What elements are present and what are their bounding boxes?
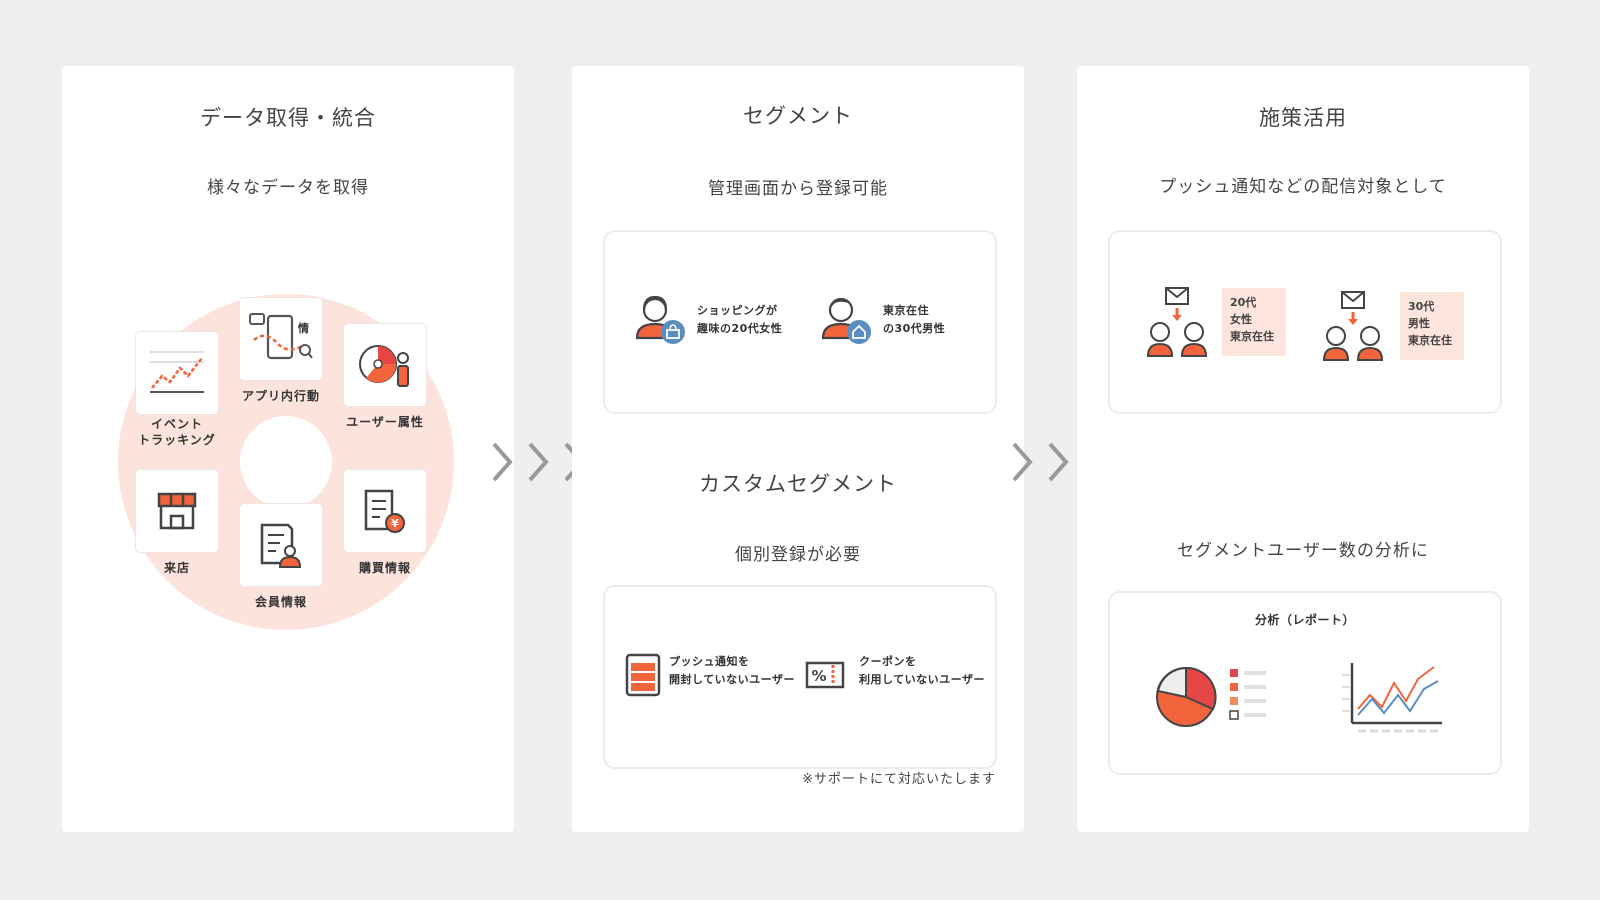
- line-graph-icon: [150, 351, 204, 393]
- user-attribute-tile: [344, 324, 426, 406]
- purchase-info-label: 購買情報: [358, 561, 411, 575]
- segment-example-label: 東京在住 の30代男性: [883, 304, 946, 335]
- member-info-tile: [240, 504, 322, 586]
- line-chart-icon: [1342, 663, 1442, 733]
- event-tracking-tile: [136, 332, 218, 414]
- coupon-icon: %: [805, 661, 845, 689]
- event-tracking-label: イベント トラッキング: [138, 417, 216, 447]
- segment-panel: セグメント 管理画面から登録可能 ショッピングが 趣味の20代女性 東京在住 の…: [572, 66, 1024, 832]
- user-attribute-label: ユーザー属性: [346, 415, 424, 429]
- svg-text:¥: ¥: [391, 517, 399, 530]
- phone-behavior-icon: 情: [249, 313, 313, 360]
- support-note: ※サポートにて対応いたします: [802, 772, 996, 787]
- app-icon-glyph: 情: [298, 321, 309, 335]
- app-behavior-tile: 情: [240, 298, 322, 380]
- panel-title: データ取得・統合: [200, 106, 376, 130]
- panel-title: 施策活用: [1259, 106, 1347, 130]
- store-visit-label: 来店: [163, 561, 190, 575]
- panel-subtitle: 様々なデータを取得: [207, 178, 369, 198]
- push-target-box: 20代 女性 東京在住 30代 男性 東京在住: [1108, 230, 1502, 414]
- pie-person-icon: [359, 345, 409, 387]
- segment-example-label: ショッピングが 趣味の20代女性: [697, 304, 783, 335]
- app-behavior-label: アプリ内行動: [241, 389, 320, 403]
- analysis-box: 分析（レポート）: [1108, 591, 1502, 775]
- target-tag: 30代 男性 東京在住: [1400, 292, 1464, 360]
- store-icon: [157, 492, 197, 530]
- custom-segment-label: クーポンを 利用していないユーザー: [859, 655, 985, 686]
- custom-segment-subtitle: 個別登録が必要: [735, 545, 861, 565]
- member-document-icon: [260, 523, 302, 568]
- target-tag: 20代 女性 東京在住: [1222, 288, 1286, 356]
- mail-women-icon: [1146, 287, 1208, 357]
- panel-subtitle: 管理画面から登録可能: [708, 179, 888, 199]
- phone-list-icon: [625, 653, 661, 697]
- coupon-glyph: %: [811, 667, 826, 685]
- purchase-info-tile: ¥: [344, 470, 426, 552]
- center-hole: [240, 416, 332, 508]
- usage-panel: 施策活用 プッシュ通知などの配信対象として 20代 女性 東京在住 30代 男性…: [1077, 66, 1529, 832]
- data-acquisition-panel: データ取得・統合 様々なデータを取得 イベント トラッキング 情 アプリ内行動: [62, 66, 514, 832]
- custom-segment-label: プッシュ通知を 開封していないユーザー: [669, 655, 795, 686]
- custom-segment-box: プッシュ通知を 開封していないユーザー % クーポンを 利用していないユーザー: [603, 585, 997, 769]
- member-info-label: 会員情報: [254, 595, 307, 609]
- panel-title: セグメント: [743, 104, 853, 128]
- pie-legend-icon: [1156, 666, 1266, 727]
- custom-segment-title: カスタムセグメント: [699, 472, 897, 496]
- mail-men-icon: [1322, 291, 1384, 361]
- analysis-subtitle: セグメントユーザー数の分析に: [1177, 541, 1429, 561]
- store-visit-tile: [136, 470, 218, 552]
- analysis-title: 分析（レポート）: [1254, 613, 1355, 627]
- segment-example-box: ショッピングが 趣味の20代女性 東京在住 の30代男性: [603, 230, 997, 414]
- panel-subtitle: プッシュ通知などの配信対象として: [1159, 177, 1447, 197]
- man-home-icon: [821, 297, 871, 344]
- receipt-yen-icon: ¥: [364, 489, 405, 533]
- woman-shopping-icon: [635, 295, 685, 344]
